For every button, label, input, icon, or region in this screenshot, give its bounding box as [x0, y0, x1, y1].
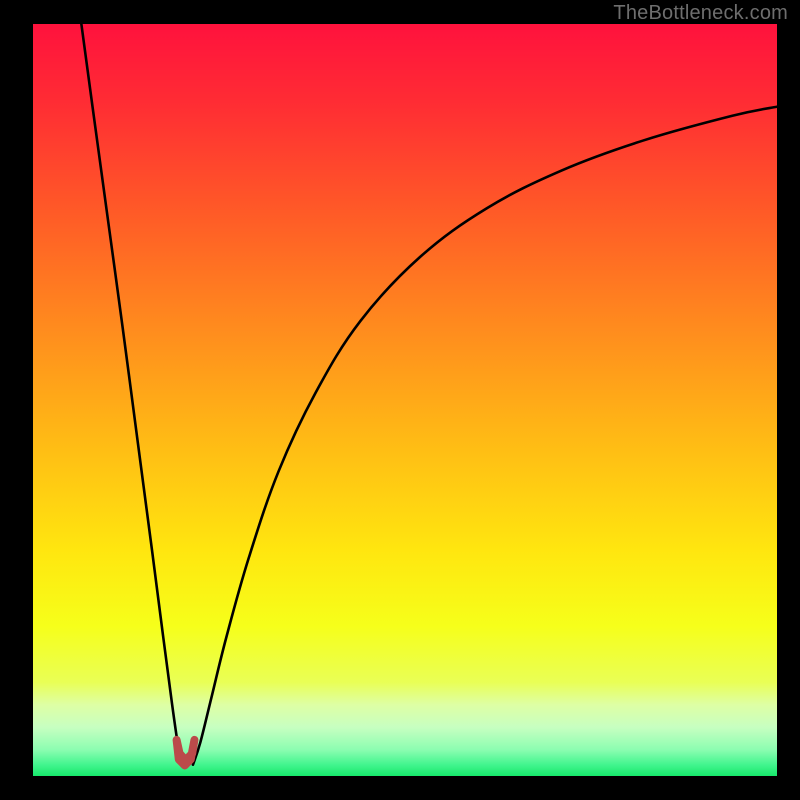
- outer-frame: TheBottleneck.com: [0, 0, 800, 800]
- chart-area: [33, 24, 777, 776]
- chart-svg: [33, 24, 777, 776]
- gradient-background: [33, 24, 777, 776]
- attribution-text: TheBottleneck.com: [613, 2, 788, 25]
